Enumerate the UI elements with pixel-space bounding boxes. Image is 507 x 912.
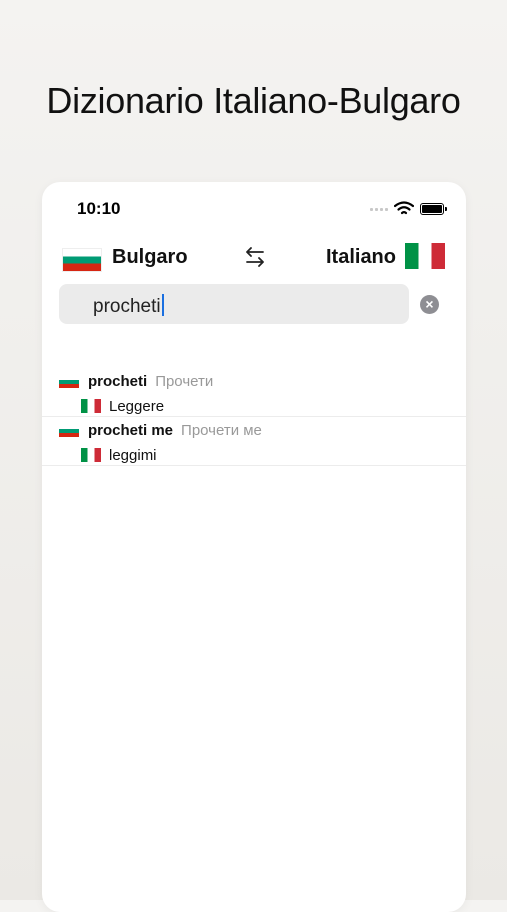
result-term: procheti me Прочети ме [88, 422, 262, 439]
phone-screen: 10:10 Bulgaro Italiano procheti × proche… [42, 182, 466, 912]
italy-flag-icon[interactable] [405, 243, 445, 269]
source-language[interactable]: Bulgaro [112, 246, 188, 269]
italy-flag-icon [81, 399, 101, 413]
search-input-value[interactable]: procheti [93, 294, 164, 318]
search-input[interactable]: procheti [59, 284, 409, 324]
list-item[interactable]: procheti me Прочети ме leggimi [42, 417, 466, 466]
promo-headline: Dizionario Italiano-Bulgaro [46, 80, 461, 121]
signal-icon [370, 208, 390, 212]
italy-flag-icon [81, 448, 101, 462]
result-translation: Leggere [109, 398, 165, 415]
status-time: 10:10 [77, 199, 121, 218]
battery-icon [420, 203, 447, 215]
result-term: procheti Прочети [88, 373, 214, 390]
result-translation: leggimi [109, 447, 157, 464]
language-selector: Bulgaro Italiano [42, 240, 466, 276]
list-item[interactable]: procheti Прочети Leggere [42, 368, 466, 417]
wifi-icon [394, 201, 414, 215]
result-cyrillic: Прочети ме [181, 422, 262, 439]
swap-arrows-icon[interactable] [242, 244, 268, 270]
bulgaria-flag-icon [59, 376, 79, 388]
results-list: procheti Прочети Leggere procheti me Проче… [42, 368, 466, 466]
status-icons [370, 201, 447, 216]
result-cyrillic: Прочети [155, 373, 214, 390]
bulgaria-flag-icon [59, 425, 79, 437]
target-language[interactable]: Italiano [326, 246, 396, 269]
text-caret [161, 294, 164, 316]
bulgaria-flag-icon[interactable] [62, 248, 102, 272]
clear-circle-icon[interactable]: × [420, 295, 439, 314]
